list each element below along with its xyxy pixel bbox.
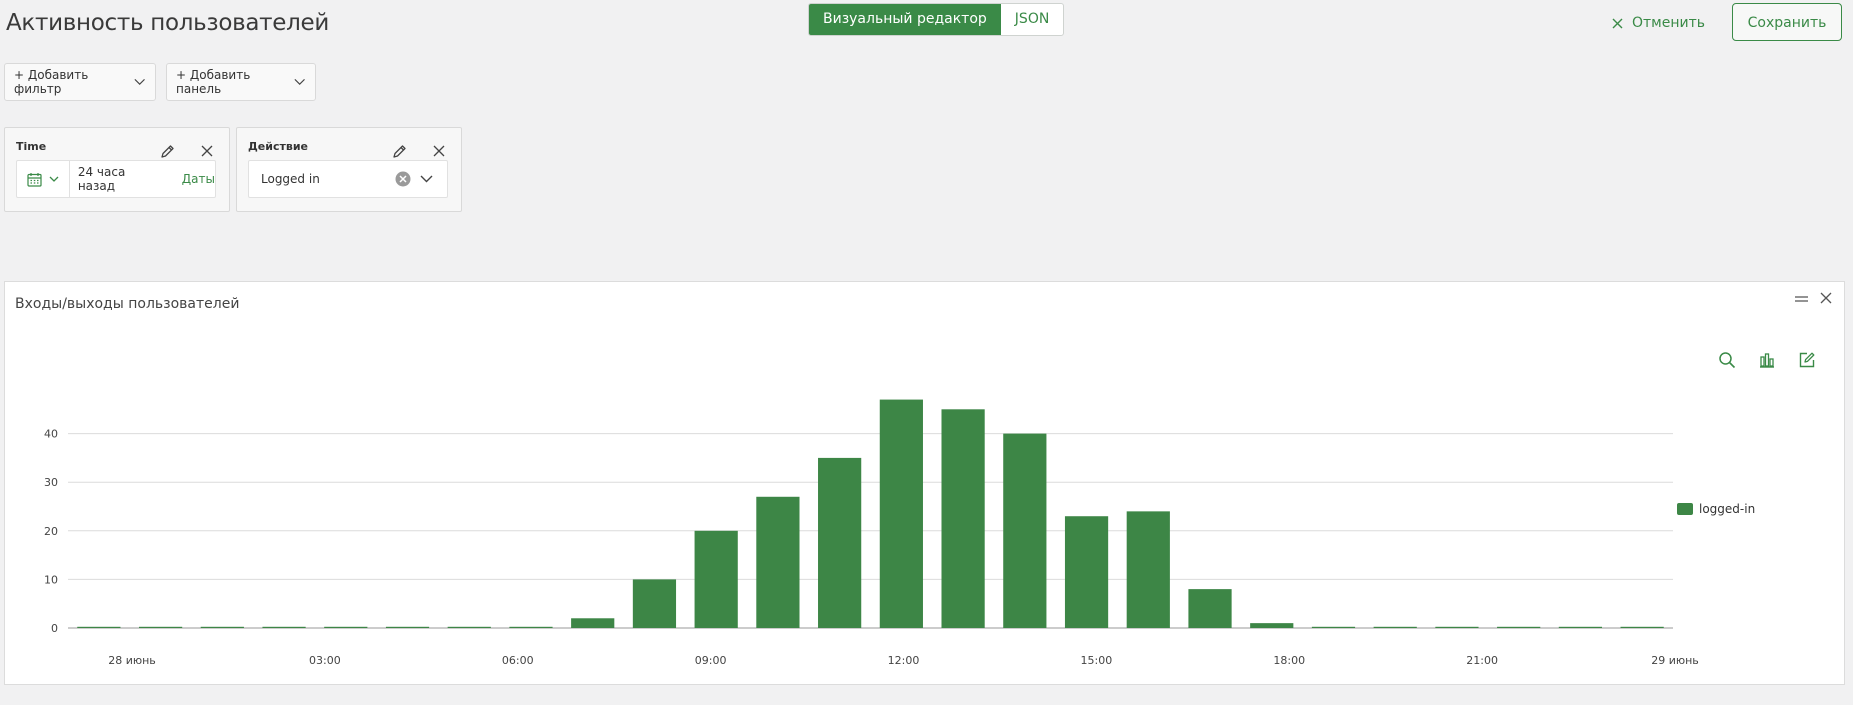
search-icon[interactable] xyxy=(1718,351,1736,369)
legend-swatch xyxy=(1677,503,1693,515)
bar[interactable] xyxy=(1126,511,1170,628)
bar[interactable] xyxy=(694,530,738,628)
add-filter-label: + Добавить фильтр xyxy=(14,68,89,96)
x-tick-label: 15:00 xyxy=(1081,654,1113,667)
bar[interactable] xyxy=(879,399,923,628)
bar[interactable] xyxy=(138,626,183,628)
pencil-icon[interactable] xyxy=(160,144,175,159)
time-range-value: 24 часа назад xyxy=(77,165,126,193)
x-tick-label: 18:00 xyxy=(1273,654,1305,667)
bar[interactable] xyxy=(324,626,368,628)
action-select-value: Logged in xyxy=(261,172,320,186)
x-tick-label: 06:00 xyxy=(502,654,534,667)
bar[interactable] xyxy=(77,626,121,628)
bar[interactable] xyxy=(200,626,244,628)
bar[interactable] xyxy=(1435,626,1479,628)
bar[interactable] xyxy=(1497,626,1541,628)
legend-item[interactable]: logged-in xyxy=(1677,502,1755,516)
x-tick-label: 21:00 xyxy=(1466,654,1498,667)
time-filter-label: Time xyxy=(16,140,47,153)
bar[interactable] xyxy=(509,626,553,628)
bar[interactable] xyxy=(1311,626,1356,628)
add-panel-button[interactable]: + Добавить панель xyxy=(166,63,316,101)
chart-type-icon[interactable] xyxy=(1758,351,1776,369)
chevron-down-icon xyxy=(294,78,305,86)
dates-link[interactable]: Даты xyxy=(182,172,215,186)
x-tick-label: 09:00 xyxy=(695,654,727,667)
clear-icon[interactable] xyxy=(395,171,411,187)
save-button[interactable]: Сохранить xyxy=(1732,3,1842,41)
calendar-icon xyxy=(27,172,42,187)
edit-icon[interactable] xyxy=(1798,351,1816,369)
time-range-field: 24 часа назад Даты xyxy=(16,160,216,198)
bar[interactable] xyxy=(756,496,800,628)
y-tick-label: 30 xyxy=(44,476,58,489)
chevron-down-icon xyxy=(134,78,145,86)
bar[interactable] xyxy=(1558,626,1603,628)
bar[interactable] xyxy=(1188,589,1232,628)
chevron-down-icon xyxy=(49,176,59,182)
visual-editor-tab[interactable]: Визуальный редактор xyxy=(809,4,1001,35)
bar[interactable] xyxy=(447,626,491,628)
bar[interactable] xyxy=(632,579,677,628)
bar[interactable] xyxy=(571,618,615,628)
bar[interactable] xyxy=(818,457,862,628)
x-tick-label: 03:00 xyxy=(309,654,341,667)
close-icon[interactable] xyxy=(201,145,213,157)
page-title: Активность пользователей xyxy=(6,10,330,36)
y-tick-label: 40 xyxy=(44,428,58,441)
calendar-dropdown[interactable] xyxy=(17,161,70,197)
bar[interactable] xyxy=(385,626,430,628)
y-tick-label: 20 xyxy=(44,525,58,538)
bar-chart: 0 10 20 30 40 28 июнь 03:00 06:00 09:00 12:00 15:0… xyxy=(44,399,1699,667)
menu-icon[interactable] xyxy=(1795,294,1808,304)
add-panel-label: + Добавить панель xyxy=(176,68,251,96)
y-tick-label: 10 xyxy=(44,573,58,586)
action-select[interactable]: Logged in xyxy=(248,160,448,198)
x-tick-label: 12:00 xyxy=(888,654,920,667)
pencil-icon[interactable] xyxy=(392,144,407,159)
chevron-down-icon[interactable] xyxy=(420,175,433,183)
legend-label: logged-in xyxy=(1699,502,1756,516)
x-tick-label: 28 июнь xyxy=(108,654,156,667)
close-icon[interactable] xyxy=(433,145,445,157)
cancel-label: Отменить xyxy=(1632,15,1706,31)
bar[interactable] xyxy=(1003,433,1047,628)
bar[interactable] xyxy=(262,626,306,628)
bar[interactable] xyxy=(941,409,985,628)
cancel-button[interactable]: Отменить xyxy=(1612,12,1705,34)
editor-mode-switch: Визуальный редактор JSON xyxy=(808,3,1065,36)
y-tick-label: 0 xyxy=(51,622,58,635)
close-icon xyxy=(1612,18,1623,28)
add-filter-button[interactable]: + Добавить фильтр xyxy=(4,63,156,101)
action-filter-label: Действие xyxy=(248,140,308,153)
chart-panel: Входы/выходы пользователей 0 10 20 30 40 28 и… xyxy=(4,281,1845,685)
action-filter-card: Действие Logged in xyxy=(236,127,462,212)
x-tick-label: 29 июнь xyxy=(1651,654,1699,667)
bar[interactable] xyxy=(1250,623,1294,628)
close-icon[interactable] xyxy=(1820,292,1832,304)
json-tab[interactable]: JSON xyxy=(1001,4,1064,35)
time-filter-card: Time 24 часа назад Даты xyxy=(4,127,230,212)
bar[interactable] xyxy=(1064,516,1109,628)
bar[interactable] xyxy=(1373,626,1417,628)
bar[interactable] xyxy=(1620,626,1664,628)
